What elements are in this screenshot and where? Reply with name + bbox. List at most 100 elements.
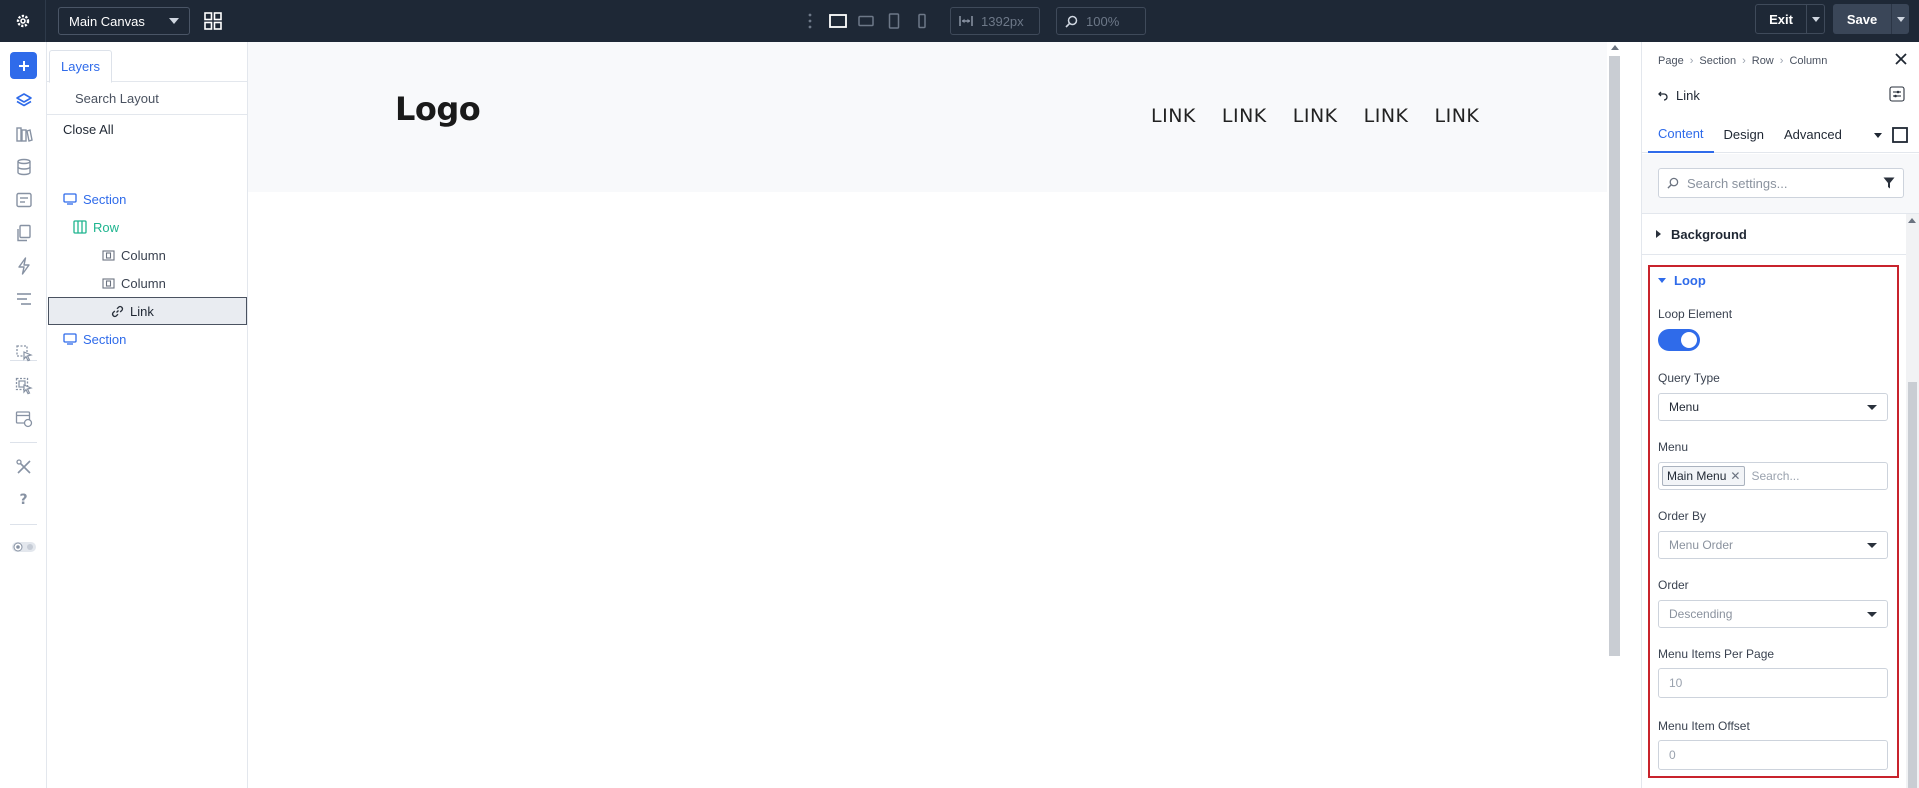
design-canvas[interactable]: Logo LINK LINK LINK LINK LINK: [248, 42, 1624, 788]
library-icon[interactable]: [10, 120, 37, 147]
help-question-icon[interactable]: ?: [10, 486, 37, 513]
filter-icon[interactable]: [1883, 177, 1895, 189]
background-section-header[interactable]: Background: [1642, 214, 1907, 255]
templates-pointer-icon[interactable]: [10, 339, 37, 366]
forms-icon[interactable]: [10, 186, 37, 213]
tab-layers[interactable]: Layers: [49, 50, 112, 83]
canvas-scrollbar[interactable]: [1607, 42, 1624, 788]
panel-scrollbar[interactable]: [1906, 214, 1919, 788]
tools-icon[interactable]: [10, 453, 37, 480]
layer-label: Link: [130, 303, 154, 319]
breadcrumb-item[interactable]: Column: [1789, 55, 1827, 67]
layer-item-column[interactable]: Column: [102, 269, 166, 297]
menu-tag-input: Main Menu ✕: [1658, 462, 1888, 490]
desktop-view-icon[interactable]: [824, 0, 852, 42]
breadcrumb-item[interactable]: Section: [1699, 55, 1736, 67]
section-icon: [63, 333, 77, 345]
close-panel-icon[interactable]: [1895, 53, 1907, 68]
components-pointer-icon[interactable]: [10, 372, 37, 399]
column-icon: [102, 249, 115, 261]
scroll-up-arrow-icon[interactable]: [1611, 45, 1619, 50]
canvas-width-readout[interactable]: 1392px: [950, 7, 1040, 35]
canvas-scroll-thumb[interactable]: [1609, 56, 1620, 656]
breadcrumb-item[interactable]: Row: [1752, 55, 1774, 67]
items-per-page-label: Menu Items Per Page: [1658, 647, 1775, 661]
width-value: 1392px: [981, 13, 1024, 29]
save-dropdown[interactable]: [1891, 4, 1909, 34]
more-vertical-icon[interactable]: [796, 0, 824, 42]
structure-list-icon[interactable]: [10, 285, 37, 312]
save-button[interactable]: Save: [1833, 4, 1909, 34]
menu-label: Menu: [1658, 440, 1689, 454]
zoom-value: 100%: [1086, 13, 1120, 29]
interactions-lightning-icon[interactable]: [10, 252, 37, 279]
left-icon-rail: ?: [0, 42, 47, 788]
database-icon[interactable]: [10, 153, 37, 180]
add-element-button[interactable]: [10, 52, 37, 79]
tab-extras: [1874, 127, 1908, 143]
mobile-view-icon[interactable]: [908, 0, 936, 42]
properties-panel: Page › Section › Row › Column Link Conte…: [1641, 42, 1919, 788]
layer-item-section[interactable]: Section: [63, 325, 126, 353]
caret-right-icon: [1656, 230, 1661, 238]
canvas-select[interactable]: Main Canvas: [58, 7, 190, 35]
order-by-label: Order By: [1658, 509, 1707, 523]
nav-link[interactable]: LINK: [1222, 105, 1267, 127]
layer-item-row[interactable]: Row: [73, 213, 119, 241]
header-section[interactable]: Logo LINK LINK LINK LINK LINK: [248, 42, 1624, 192]
remove-tag-icon[interactable]: ✕: [1730, 469, 1740, 483]
tab-design[interactable]: Design: [1714, 117, 1774, 153]
order-by-value: Menu Order: [1669, 538, 1734, 552]
panel-tabs: Content Design Advanced: [1642, 117, 1919, 153]
layer-item-column[interactable]: Column: [102, 241, 166, 269]
exit-dropdown[interactable]: [1806, 5, 1824, 33]
tablet-portrait-icon[interactable]: [880, 0, 908, 42]
tab-advanced[interactable]: Advanced: [1774, 117, 1852, 153]
nav-link[interactable]: LINK: [1364, 105, 1409, 127]
nav-link[interactable]: LINK: [1435, 105, 1480, 127]
breadcrumb-chevron-icon: ›: [1689, 55, 1694, 67]
theme-toggle-icon[interactable]: [10, 533, 37, 560]
loop-section: Loop Loop Element Query Type Menu Menu M…: [1648, 265, 1899, 778]
menu-search-input[interactable]: [1751, 469, 1884, 483]
query-type-value: Menu: [1669, 400, 1700, 414]
pages-icon[interactable]: [10, 219, 37, 246]
nav-link[interactable]: LINK: [1293, 105, 1338, 127]
layer-label: Section: [83, 191, 127, 207]
chevron-down-icon: [1867, 404, 1877, 410]
element-title: Link: [1658, 88, 1700, 103]
loop-element-label: Loop Element: [1658, 307, 1733, 321]
panel-scroll-thumb[interactable]: [1908, 382, 1917, 788]
settings-gear-icon[interactable]: [0, 0, 46, 42]
tab-content[interactable]: Content: [1648, 117, 1714, 153]
layer-item-link[interactable]: Link: [48, 297, 247, 325]
query-type-select[interactable]: Menu: [1658, 393, 1888, 421]
chevron-down-icon: [1896, 16, 1905, 22]
width-arrows-icon: [959, 16, 973, 26]
settings-search-input[interactable]: [1687, 175, 1875, 191]
items-per-page-input[interactable]: [1658, 668, 1888, 698]
exit-button[interactable]: Exit: [1755, 4, 1825, 34]
logo[interactable]: Logo: [395, 90, 481, 128]
state-square-icon[interactable]: [1892, 127, 1908, 143]
breadcrumb-item[interactable]: Page: [1658, 55, 1684, 67]
layers-icon[interactable]: [10, 87, 37, 114]
layers-search-input[interactable]: [75, 90, 251, 106]
close-all-button[interactable]: Close All: [47, 115, 247, 143]
loop-element-toggle[interactable]: [1658, 329, 1700, 351]
order-select[interactable]: Descending: [1658, 600, 1888, 628]
settings-toggle-icon[interactable]: [1889, 86, 1905, 105]
item-offset-input[interactable]: [1658, 740, 1888, 770]
layer-item-section[interactable]: Section: [63, 185, 126, 213]
caret-down-icon[interactable]: [1874, 132, 1882, 138]
zoom-readout[interactable]: 100%: [1056, 7, 1146, 35]
grid-layout-icon[interactable]: [202, 10, 224, 32]
tablet-landscape-icon[interactable]: [852, 0, 880, 42]
global-styles-icon[interactable]: [10, 405, 37, 432]
nav-link[interactable]: LINK: [1151, 105, 1196, 127]
back-arrow-icon[interactable]: [1658, 91, 1668, 101]
device-toolbar: 1392px 100%: [796, 0, 1146, 42]
scroll-up-arrow-icon[interactable]: [1908, 218, 1916, 223]
order-by-select[interactable]: Menu Order: [1658, 531, 1888, 559]
loop-section-header[interactable]: Loop: [1658, 273, 1706, 288]
